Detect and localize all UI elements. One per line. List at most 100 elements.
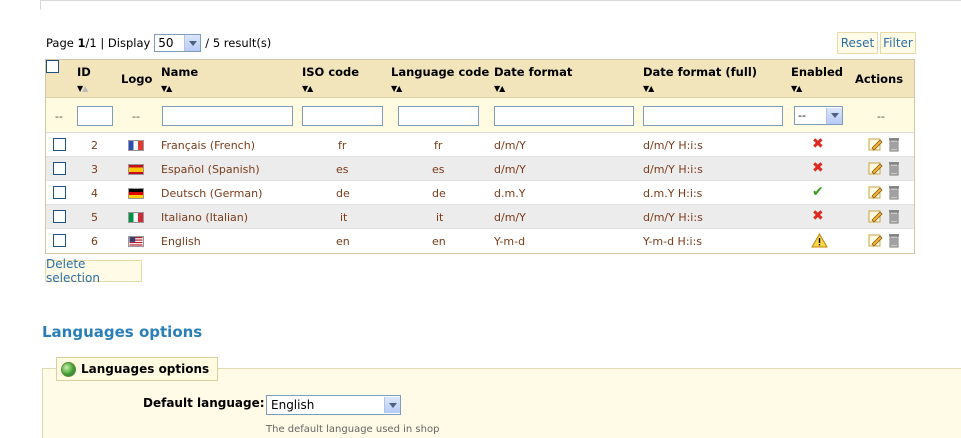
row-date-format: d/m/Y (494, 139, 526, 152)
usa-flag-icon (128, 236, 144, 247)
sort-date-format[interactable]: ▼▲ (494, 84, 505, 93)
header-date-format-full: Date format (full) (643, 65, 758, 79)
sort-enabled[interactable]: ▼▲ (791, 84, 802, 93)
sort-language-code[interactable]: ▼▲ (391, 84, 402, 93)
chevron-down-icon[interactable] (826, 107, 842, 124)
chevron-down-icon[interactable] (384, 397, 400, 413)
row-id: 2 (91, 139, 98, 152)
row-language-code: fr (434, 139, 443, 152)
sort-name[interactable]: ▼▲ (161, 84, 172, 93)
spain-flag-icon (128, 164, 144, 175)
sort-id[interactable]: ▼▲ (77, 84, 88, 93)
trash-icon[interactable] (888, 233, 900, 248)
page-total: 1 (89, 36, 97, 50)
legend-label: Languages options (81, 362, 210, 376)
row-checkbox[interactable] (53, 162, 66, 175)
row-date-format-full: d/m/Y H:i:s (643, 163, 703, 176)
filter-dash: -- (132, 110, 140, 123)
trash-icon[interactable] (888, 137, 900, 152)
edit-pencil-icon[interactable] (868, 137, 883, 152)
filter-enabled-select[interactable]: -- (794, 106, 843, 125)
row-name: Italiano (Italian) (161, 211, 249, 224)
display-label: | Display (100, 36, 151, 50)
select-all-checkbox[interactable] (46, 60, 59, 73)
row-checkbox[interactable] (53, 138, 66, 151)
filter-name-input[interactable] (162, 106, 293, 126)
row-iso: it (340, 211, 348, 224)
table-row[interactable]: 4 Deutsch (German) de de d.m.Y d.m.Y H:i… (46, 181, 914, 205)
edit-pencil-icon[interactable] (868, 233, 883, 248)
row-checkbox[interactable] (53, 210, 66, 223)
trash-icon[interactable] (888, 209, 900, 224)
sort-date-format-full[interactable]: ▼▲ (643, 84, 654, 93)
row-iso: fr (338, 139, 347, 152)
enabled-check-icon[interactable]: ✔ (812, 184, 824, 200)
top-border (40, 0, 961, 1)
france-flag-icon (128, 140, 144, 151)
row-name: Español (Spanish) (161, 163, 260, 176)
row-date-format-full: Y-m-d H:i:s (643, 235, 703, 248)
edit-pencil-icon[interactable] (868, 209, 883, 224)
edit-pencil-icon[interactable] (868, 185, 883, 200)
filter-date-format-input[interactable] (494, 106, 634, 126)
filter-language-code-input[interactable] (398, 106, 479, 126)
header-enabled: Enabled (791, 65, 844, 79)
row-checkbox[interactable] (53, 186, 66, 199)
disabled-x-icon[interactable]: ✖ (812, 136, 824, 152)
row-iso: de (336, 187, 350, 200)
filter-enabled-value: -- (798, 109, 806, 122)
globe-icon (61, 361, 76, 377)
row-name: Français (French) (161, 139, 255, 152)
table-row[interactable]: 5 Italiano (Italian) it it d/m/Y d/m/Y H… (46, 205, 914, 229)
delete-selection-button[interactable]: Delete selection (45, 257, 142, 285)
default-language-hint: The default language used in shop (266, 424, 440, 435)
disabled-x-icon[interactable]: ✖ (812, 160, 824, 176)
default-language-value: English (271, 398, 315, 412)
trash-icon[interactable] (888, 161, 900, 176)
section-title: Languages options (42, 323, 203, 341)
row-date-format-full: d/m/Y H:i:s (643, 211, 703, 224)
header-id: ID (77, 65, 91, 79)
header-date-format: Date format (494, 65, 573, 79)
reset-button[interactable]: Reset (837, 32, 878, 54)
header-language-code: Language code (391, 65, 490, 79)
header-iso-code: ISO code (302, 65, 360, 79)
display-count-select[interactable]: 50 (154, 34, 202, 52)
row-language-code: it (436, 211, 444, 224)
filter-date-format-full-input[interactable] (643, 106, 783, 126)
edit-pencil-icon[interactable] (868, 161, 883, 176)
filter-button[interactable]: Filter (880, 32, 916, 54)
row-date-format-full: d/m/Y H:i:s (643, 139, 703, 152)
table-row[interactable]: 2 Français (French) fr fr d/m/Y d/m/Y H:… (46, 133, 914, 157)
row-iso: es (336, 163, 349, 176)
row-language-code: es (432, 163, 445, 176)
row-id: 5 (91, 211, 98, 224)
italy-flag-icon (128, 212, 144, 223)
row-id: 3 (91, 163, 98, 176)
row-date-format: d.m.Y (494, 187, 526, 200)
filter-row: -- -- -- -- (46, 98, 914, 133)
table-row[interactable]: 6 English en en Y-m-d Y-m-d H:i:s (46, 229, 914, 253)
row-date-format: d/m/Y (494, 163, 526, 176)
fieldset-legend: Languages options (56, 357, 219, 381)
header-name: Name (161, 65, 199, 79)
row-date-format: d/m/Y (494, 211, 526, 224)
row-date-format: Y-m-d (494, 235, 526, 248)
filter-iso-input[interactable] (302, 106, 383, 126)
table-row[interactable]: 3 Español (Spanish) es es d/m/Y d/m/Y H:… (46, 157, 914, 181)
row-checkbox[interactable] (53, 234, 66, 247)
trash-icon[interactable] (888, 185, 900, 200)
row-name: English (161, 235, 201, 248)
header-logo: Logo (121, 72, 153, 86)
warning-icon[interactable] (811, 233, 828, 248)
languages-table: ID ▼▲ Logo Name ▼▲ ISO code ▼▲ Language … (45, 59, 915, 254)
chevron-down-icon[interactable] (184, 35, 201, 51)
page-current: 1 (77, 36, 86, 50)
results-count: / 5 result(s) (205, 36, 272, 50)
table-header: ID ▼▲ Logo Name ▼▲ ISO code ▼▲ Language … (46, 60, 914, 98)
disabled-x-icon[interactable]: ✖ (812, 208, 824, 224)
default-language-select[interactable]: English (266, 395, 401, 415)
sort-iso-code[interactable]: ▼▲ (302, 84, 313, 93)
filter-id-input[interactable] (77, 106, 113, 126)
row-id: 6 (91, 235, 98, 248)
